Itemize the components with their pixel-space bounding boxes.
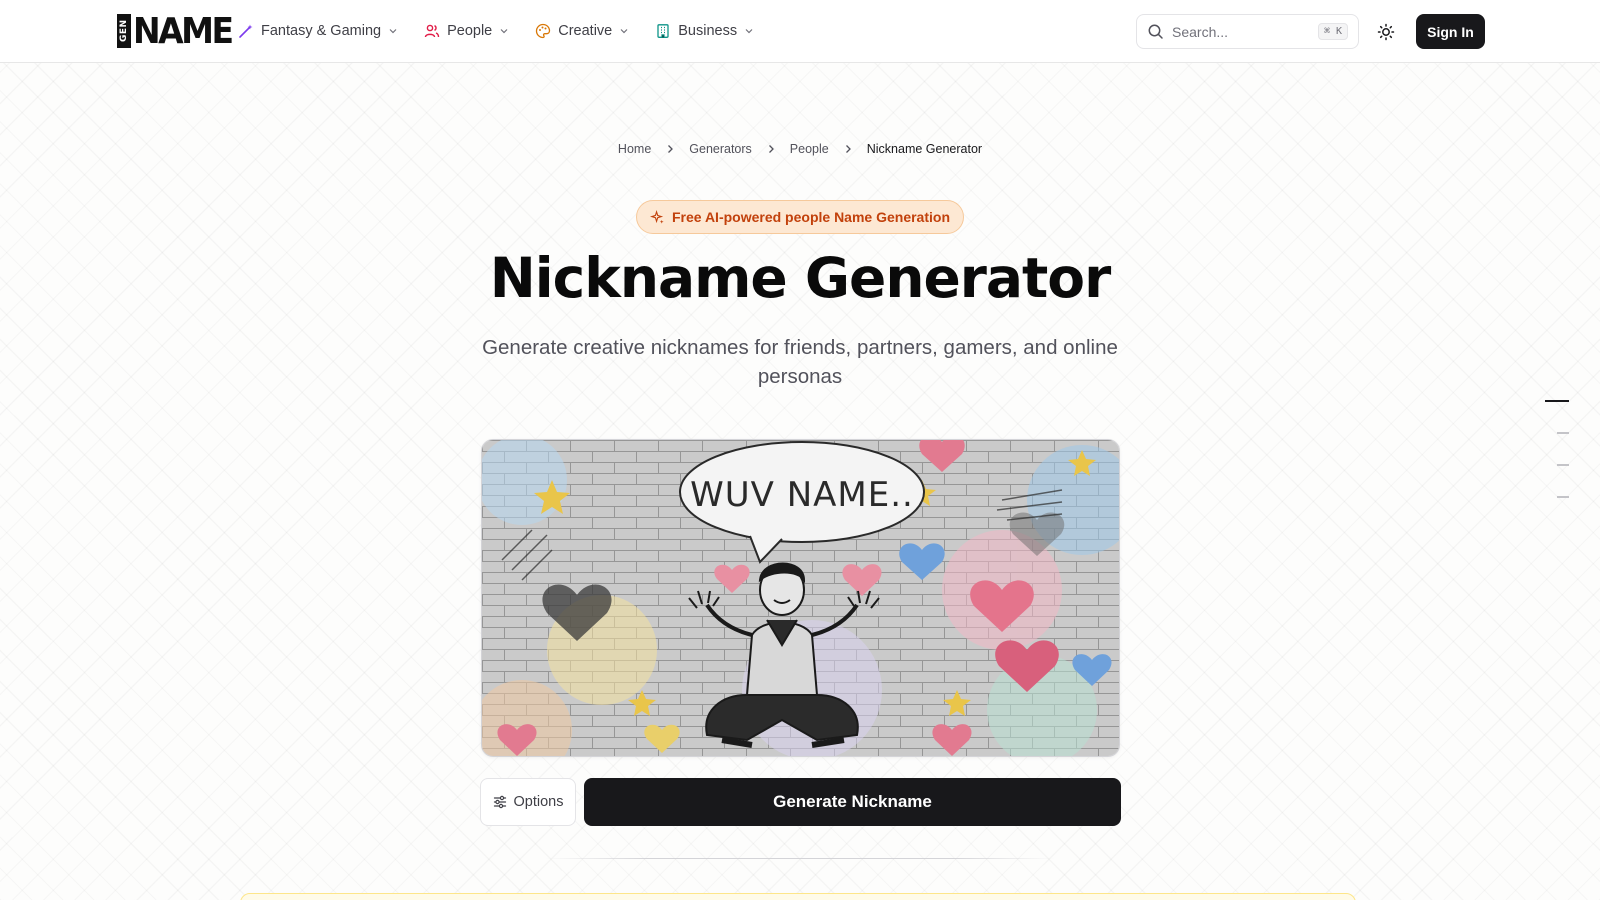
chevron-down-icon <box>745 29 753 34</box>
chevron-down-icon <box>389 29 397 34</box>
section-indicator[interactable] <box>1557 496 1569 498</box>
generate-nickname-button[interactable]: Generate Nickname <box>584 778 1121 826</box>
nav-people-label: People <box>447 23 493 39</box>
site-logo[interactable]: GEN NAME <box>117 9 234 52</box>
breadcrumb: Home Generators People Nickname Generato… <box>0 142 1600 156</box>
breadcrumb-home[interactable]: Home <box>618 142 651 156</box>
breadcrumb-generators[interactable]: Generators <box>689 142 752 156</box>
search-icon <box>1148 24 1163 39</box>
options-label: Options <box>513 794 564 810</box>
chevron-right-icon <box>668 145 674 153</box>
nav-business[interactable]: Business <box>655 23 754 39</box>
sun-icon <box>1377 23 1395 41</box>
chevron-right-icon <box>845 145 851 153</box>
page-title: Nickname Generator <box>489 246 1111 310</box>
ai-badge: Free AI-powered people Name Generation <box>636 200 964 234</box>
building-icon <box>657 24 669 38</box>
chevron-down-icon <box>620 29 628 34</box>
nav-creative[interactable]: Creative <box>535 23 629 39</box>
chevron-right-icon <box>768 145 774 153</box>
theme-toggle-button[interactable] <box>1374 20 1398 44</box>
page-subtitle: Generate creative nicknames for friends,… <box>482 336 1118 388</box>
search-box[interactable]: ⌘ K <box>1136 14 1359 49</box>
section-indicator-active[interactable] <box>1545 400 1569 402</box>
section-indicator[interactable] <box>1557 432 1569 434</box>
options-button[interactable]: Options <box>480 778 576 826</box>
breadcrumb-current: Nickname Generator <box>866 142 983 156</box>
nav-creative-label: Creative <box>558 23 613 39</box>
logo-gen-text: GEN <box>117 14 131 48</box>
speech-bubble-text: WUV NAME.. <box>690 475 914 515</box>
divider <box>545 858 1055 859</box>
search-shortcut: ⌘ K <box>1317 23 1348 40</box>
chevron-down-icon <box>500 29 508 34</box>
breadcrumb-people[interactable]: People <box>790 142 829 156</box>
users-icon <box>424 24 440 38</box>
nav-fantasy-gaming-label: Fantasy & Gaming <box>261 23 382 39</box>
search-input[interactable] <box>1172 23 1318 40</box>
nav-people[interactable]: People <box>424 23 509 39</box>
sign-in-button[interactable]: Sign In <box>1416 14 1485 49</box>
hero-illustration: WUV NAME.. <box>481 439 1120 757</box>
results-panel-edge <box>240 893 1356 900</box>
top-navbar: GEN NAME Fantasy & Gaming People Creativ… <box>0 0 1600 63</box>
main-nav: Fantasy & Gaming People Creative Busines… <box>238 18 780 44</box>
section-indicator[interactable] <box>1557 464 1569 466</box>
wand-icon <box>239 24 253 38</box>
palette-icon <box>536 23 551 39</box>
sparkle-icon <box>650 209 664 224</box>
ai-badge-label: Free AI-powered people Name Generation <box>672 209 950 225</box>
sliders-icon <box>493 795 506 809</box>
nav-fantasy-gaming[interactable]: Fantasy & Gaming <box>238 23 398 39</box>
nav-business-label: Business <box>678 23 738 39</box>
logo-name-text: NAME <box>133 9 234 52</box>
